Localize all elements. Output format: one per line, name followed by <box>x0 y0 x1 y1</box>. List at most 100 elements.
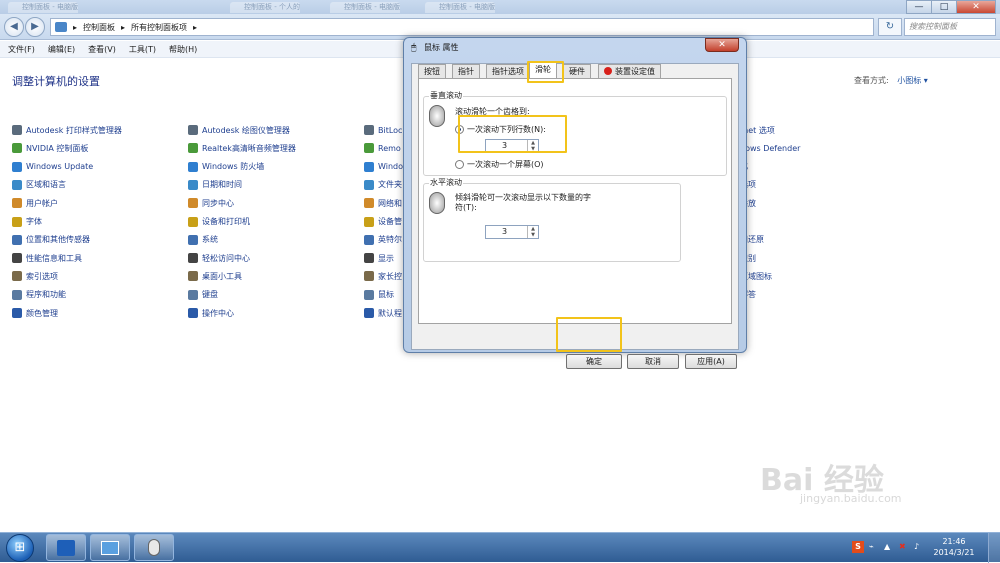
control-panel-item[interactable]: Windows Update <box>12 160 93 174</box>
tab-hardware[interactable]: 硬件 <box>563 64 591 78</box>
address-input[interactable]: ▸ 控制面板 ▸ 所有控制面板项 ▸ <box>50 18 874 36</box>
horizontal-desc-line2: 符(T): <box>455 203 477 212</box>
control-panel-item[interactable]: 显示 <box>364 251 394 265</box>
control-panel-item[interactable]: 轻松访问中心 <box>188 251 250 265</box>
control-panel-item[interactable]: 默认程 <box>364 306 402 320</box>
control-panel-item-icon <box>188 271 198 282</box>
control-panel-item[interactable]: 同步中心 <box>188 196 234 210</box>
scroll-screen-radio[interactable]: 一次滚动一个屏幕(O) <box>455 159 544 170</box>
control-panel-item[interactable]: 性能信息和工具 <box>12 251 82 265</box>
control-panel-item-icon <box>188 179 198 190</box>
control-panel-item[interactable]: Autodesk 打印样式管理器 <box>12 123 122 137</box>
control-panel-icon <box>101 540 119 555</box>
ghost-tab[interactable]: 控制面板 - 个人的设置 <box>230 2 300 13</box>
ghost-tab[interactable]: 控制面板 - 电脑版面 <box>425 2 495 13</box>
menu-edit[interactable]: 编辑(E) <box>48 44 75 55</box>
clock[interactable]: 21:46 2014/3/21 <box>932 536 976 558</box>
control-panel-item[interactable]: 键盘 <box>188 288 218 302</box>
apply-button[interactable]: 应用(A) <box>685 354 737 369</box>
control-panel-item[interactable]: 文件夹 <box>364 178 402 192</box>
tab-wheel[interactable]: 滑轮 <box>529 62 557 78</box>
control-panel-item-label: 设备和打印机 <box>202 217 250 226</box>
control-panel-item[interactable]: 操作中心 <box>188 306 234 320</box>
control-panel-item-label: 索引选项 <box>26 271 58 281</box>
cancel-button[interactable]: 取消 <box>627 354 679 369</box>
control-panel-item[interactable]: NVIDIA 控制面板 <box>12 141 88 155</box>
control-panel-item[interactable]: 字体 <box>12 215 42 229</box>
breadcrumb-separator[interactable]: ▸ <box>193 23 197 32</box>
show-desktop-button[interactable] <box>988 533 1000 563</box>
tray-flag-icon[interactable]: ✖ <box>899 542 906 551</box>
scroll-lines-radio[interactable]: 一次滚动下列行数(N): <box>455 124 546 135</box>
sogou-ime-icon[interactable]: S <box>852 541 864 553</box>
breadcrumb-all-items[interactable]: 所有控制面板项 <box>131 22 187 33</box>
ghost-tab[interactable]: 控制面板 - 电脑版面 <box>330 2 400 13</box>
control-panel-item[interactable]: 用户帐户 <box>12 196 58 210</box>
close-button[interactable]: ✕ <box>956 0 996 14</box>
back-icon[interactable]: ◀ <box>4 17 24 37</box>
control-panel-item[interactable]: dows Defender <box>740 141 800 155</box>
control-panel-item[interactable]: 日期和时间 <box>188 178 242 192</box>
control-panel-item[interactable]: 鼠标 <box>364 288 394 302</box>
mouse-icon <box>148 539 160 556</box>
control-panel-item[interactable]: 系统 <box>188 233 218 247</box>
search-input[interactable]: 搜索控制面板 <box>904 18 996 36</box>
control-panel-item[interactable]: Realtek高清晰音频管理器 <box>188 141 296 155</box>
ok-button[interactable]: 确定 <box>566 354 622 369</box>
control-panel-item-label: 日期和时间 <box>202 180 242 190</box>
control-panel-item[interactable]: Autodesk 绘图仪管理器 <box>188 123 290 137</box>
chars-stepper[interactable]: 3 ▲ ▼ <box>485 225 539 239</box>
control-panel-item-label: 字体 <box>26 217 42 226</box>
lines-stepper[interactable]: 3 ▲ ▼ <box>485 139 539 153</box>
control-panel-item[interactable]: 英特尔 <box>364 233 402 247</box>
tab-pointer-options[interactable]: 指针选项 <box>486 64 530 78</box>
horizontal-desc-line1: 倾斜滑轮可一次滚动显示以下数量的字 <box>455 193 591 202</box>
breadcrumb-control-panel[interactable]: 控制面板 <box>83 22 115 33</box>
forward-icon[interactable]: ▶ <box>25 17 45 37</box>
view-by-dropdown[interactable]: 小图标 ▾ <box>897 76 928 85</box>
control-panel-item-label: 区域和语言 <box>26 180 66 190</box>
dialog-close-button[interactable]: ✕ <box>705 38 739 52</box>
control-panel-item[interactable]: 设备管 <box>364 215 402 229</box>
breadcrumb-separator: ▸ <box>73 22 78 32</box>
menu-view[interactable]: 查看(V) <box>88 44 116 55</box>
tray-show-hidden-icon[interactable]: ▲ <box>884 542 890 551</box>
control-panel-item-label: 性能信息和工具 <box>26 253 82 263</box>
control-panel-item[interactable]: 桌面小工具 <box>188 269 242 283</box>
control-panel-item[interactable]: Windo <box>364 160 403 174</box>
taskbar-app-maxthon-icon[interactable] <box>46 534 86 561</box>
taskbar-app-control-panel-icon[interactable] <box>90 534 130 561</box>
tray-volume-icon[interactable]: ♪ <box>914 542 919 551</box>
tab-buttons[interactable]: 按钮 <box>418 64 446 78</box>
control-panel-item[interactable]: 区域和语言 <box>12 178 66 192</box>
menu-help[interactable]: 帮助(H) <box>169 44 197 55</box>
control-panel-item[interactable]: 设备和打印机 <box>188 215 250 229</box>
control-panel-item[interactable]: Remo <box>364 141 401 155</box>
menu-file[interactable]: 文件(F) <box>8 44 35 55</box>
spin-arrows-icon[interactable]: ▲ ▼ <box>527 140 538 152</box>
control-panel-item-label: 位置和其他传感器 <box>26 235 90 245</box>
control-panel-item-label: 操作中心 <box>202 308 234 318</box>
spin-arrows-icon[interactable]: ▲ ▼ <box>527 226 538 238</box>
start-button[interactable]: ⊞ <box>6 534 34 562</box>
control-panel-item[interactable]: 位置和其他传感器 <box>12 233 90 247</box>
refresh-icon[interactable]: ↻ <box>878 18 902 36</box>
tray-network-icon[interactable]: ⌁ <box>869 542 874 551</box>
tab-pointers[interactable]: 指针 <box>452 64 480 78</box>
control-panel-item[interactable]: BitLoc <box>364 123 402 137</box>
control-panel-item[interactable]: 程序和功能 <box>12 288 66 302</box>
taskbar-app-mouse-icon[interactable] <box>134 534 174 561</box>
ghost-tab[interactable]: 控制面板 - 电脑版面 <box>8 2 78 13</box>
vertical-scroll-desc: 滚动滑轮一个齿格到: <box>455 107 530 116</box>
control-panel-item[interactable]: 家长控 <box>364 269 402 283</box>
control-panel-item[interactable]: 索引选项 <box>12 269 58 283</box>
control-panel-item[interactable]: 网络和 <box>364 196 402 210</box>
maximize-button[interactable]: □ <box>931 0 957 14</box>
dialog-title: 鼠标 属性 <box>424 43 459 52</box>
menu-tools[interactable]: 工具(T) <box>129 44 156 55</box>
breadcrumb-separator[interactable]: ▸ <box>121 23 125 32</box>
minimize-button[interactable]: — <box>906 0 932 14</box>
control-panel-item[interactable]: Windows 防火墙 <box>188 160 264 174</box>
tab-device-settings[interactable]: 装置设定值 <box>598 64 661 78</box>
control-panel-item[interactable]: 颜色管理 <box>12 306 58 320</box>
